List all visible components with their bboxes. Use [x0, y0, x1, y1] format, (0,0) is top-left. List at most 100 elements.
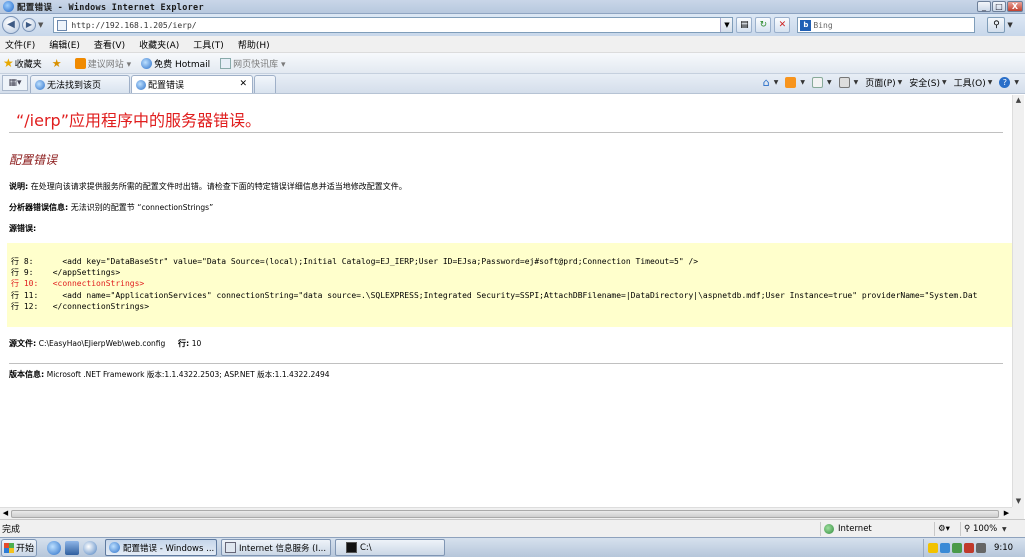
scroll-corner [1012, 507, 1024, 519]
close-tab-icon[interactable]: ✕ [239, 79, 247, 89]
divider [9, 363, 1003, 364]
help-menu-button[interactable]: ? ▼ [999, 77, 1019, 88]
menu-help[interactable]: 帮助(H) [238, 38, 270, 51]
description-label: 说明: [9, 182, 29, 191]
security-zone-label: Internet [838, 524, 872, 534]
globe-icon [824, 524, 834, 534]
help-icon: ? [999, 77, 1011, 88]
fav-hotmail[interactable]: 免费 Hotmail [141, 57, 210, 70]
search-options-dropdown-icon[interactable]: ▼ [1007, 21, 1012, 29]
parser-error-value: connectionStrings [141, 203, 210, 212]
volume-icon[interactable] [976, 543, 986, 553]
print-button[interactable]: ▼ [838, 77, 858, 88]
start-button[interactable]: 开始 [1, 538, 37, 557]
source-error-line: 源错误: [9, 223, 36, 234]
search-icon[interactable]: ⚲ [987, 17, 1006, 33]
add-to-favorites-button[interactable]: ★ [52, 58, 65, 69]
refresh-icon[interactable]: ↻ [755, 17, 772, 33]
quicklaunch-ie-icon[interactable] [47, 540, 61, 555]
tray-app-icon[interactable] [952, 543, 962, 553]
favorites-button[interactable]: ★ 收藏夹 [0, 56, 42, 70]
source-file-line: 源文件: C:\EasyHao\EJierpWeb\web.config 行: … [9, 338, 201, 349]
tools-menu-label: 工具(O) [953, 79, 986, 89]
framework-version-value: 1.1.4322.2503 [164, 370, 220, 379]
source-error-label: 源错误: [9, 224, 37, 233]
back-button[interactable]: ◀ [2, 16, 20, 34]
parser-error-text: 无法识别的配置节 “ [70, 203, 142, 212]
new-tab-button[interactable] [254, 75, 276, 93]
taskbar-button-ie[interactable]: 配置错误 - Windows ... [105, 539, 217, 556]
show-desktop-icon[interactable] [65, 540, 79, 555]
shield-icon[interactable] [928, 543, 938, 553]
switch-windows-icon[interactable] [83, 540, 97, 555]
protected-mode-button[interactable]: ⚙▾ [934, 522, 958, 536]
taskbar-button-label: Internet 信息服务 (I... [239, 543, 327, 554]
vertical-scrollbar[interactable]: ▲ ▼ [1012, 95, 1024, 507]
start-label: 开始 [16, 544, 35, 554]
tab-label: 配置错误 [148, 81, 185, 91]
taskbar-button-cmd[interactable]: C:\ [335, 539, 445, 556]
close-window-button[interactable]: X [1007, 1, 1023, 12]
scroll-left-icon[interactable]: ◀ [0, 508, 11, 519]
search-field[interactable]: b Bing [797, 17, 976, 33]
clock[interactable]: 9:10 [994, 543, 1013, 553]
search-placeholder[interactable]: Bing [813, 21, 832, 30]
taskbar-button-label: C:\ [360, 542, 372, 553]
forward-button[interactable]: ▶ [22, 18, 36, 32]
taskbar-button-iis[interactable]: Internet 信息服务 (I... [221, 539, 331, 556]
quick-tabs-icon[interactable]: ▦▾ [2, 75, 28, 91]
system-tray: 9:10 [923, 539, 1025, 557]
fav-suggested-sites[interactable]: 建议网站 ▾ [74, 57, 131, 70]
web-slice-icon [220, 57, 232, 69]
address-dropdown-icon[interactable]: ▼ [720, 18, 733, 32]
tools-menu-button[interactable]: 工具(O) ▼ [954, 76, 993, 89]
minimize-button[interactable]: _ [977, 1, 991, 12]
network-icon[interactable] [940, 543, 950, 553]
menu-tools[interactable]: 工具(T) [193, 38, 224, 51]
fav-web-slice-gallery[interactable]: 网页快讯库 ▾ [220, 57, 286, 70]
command-prompt-icon [346, 542, 357, 553]
parser-error-line: 分析器错误信息: 无法识别的配置节 “connectionStrings” [9, 202, 213, 213]
scroll-down-icon[interactable]: ▼ [1013, 496, 1024, 507]
tab-config-error[interactable]: 配置错误 ✕ [131, 75, 253, 93]
home-icon: ⌂ [762, 76, 770, 89]
protected-mode-icon: ⚙▾ [938, 524, 950, 534]
line-number-value: 10 [191, 339, 202, 348]
tab-not-found[interactable]: 无法找到该页 [30, 75, 130, 93]
security-zone[interactable]: Internet [820, 522, 932, 536]
address-field[interactable]: http://192.168.1.205/ierp/ ▼ [53, 17, 734, 33]
tray-alert-icon[interactable] [964, 543, 974, 553]
safety-menu-label: 安全(S) [909, 79, 941, 89]
horizontal-scrollbar[interactable]: ◀ ▶ [0, 507, 1012, 519]
favorites-label: 收藏夹 [14, 59, 42, 70]
menu-edit[interactable]: 编辑(E) [49, 38, 80, 51]
feeds-button[interactable]: ▼ [785, 77, 805, 88]
address-url[interactable]: http://192.168.1.205/ierp/ [71, 21, 196, 30]
horizontal-scroll-thumb[interactable] [11, 510, 999, 518]
read-mail-button[interactable]: ▼ [811, 77, 832, 88]
maximize-button[interactable]: □ [992, 1, 1006, 12]
page-icon [57, 19, 68, 31]
window-title: 配置错误 - Windows Internet Explorer [17, 2, 204, 13]
menu-view[interactable]: 查看(V) [94, 38, 125, 51]
home-button[interactable]: ⌂ ▼ [763, 77, 779, 88]
zoom-button[interactable]: ⚲ 100% ▼ [960, 522, 1022, 536]
zoom-icon: ⚲ [964, 524, 971, 534]
ie-page-icon [136, 79, 146, 90]
parser-error-label: 分析器错误信息: [9, 203, 69, 212]
recent-pages-dropdown-icon[interactable]: ▼ [38, 21, 43, 29]
stop-icon[interactable]: ✕ [774, 17, 791, 33]
compatibility-view-icon[interactable]: ▤ [736, 17, 753, 33]
error-subtitle: 配置错误 [9, 153, 58, 167]
menu-file[interactable]: 文件(F) [5, 38, 35, 51]
scroll-up-icon[interactable]: ▲ [1013, 95, 1024, 106]
version-label: 版本信息: [9, 370, 45, 379]
menu-favorites[interactable]: 收藏夹(A) [139, 38, 179, 51]
version-text-1: Microsoft .NET Framework 版本: [46, 370, 165, 379]
bing-icon: b [800, 19, 812, 31]
source-code-box: 行 8: <add key="DataBaseStr" value="Data … [7, 243, 1012, 327]
safety-menu-button[interactable]: 安全(S) ▼ [909, 76, 946, 89]
page-menu-button[interactable]: 页面(P) ▼ [865, 76, 902, 89]
window-controls: _ □ X [977, 1, 1023, 12]
scroll-right-icon[interactable]: ▶ [1001, 508, 1012, 519]
